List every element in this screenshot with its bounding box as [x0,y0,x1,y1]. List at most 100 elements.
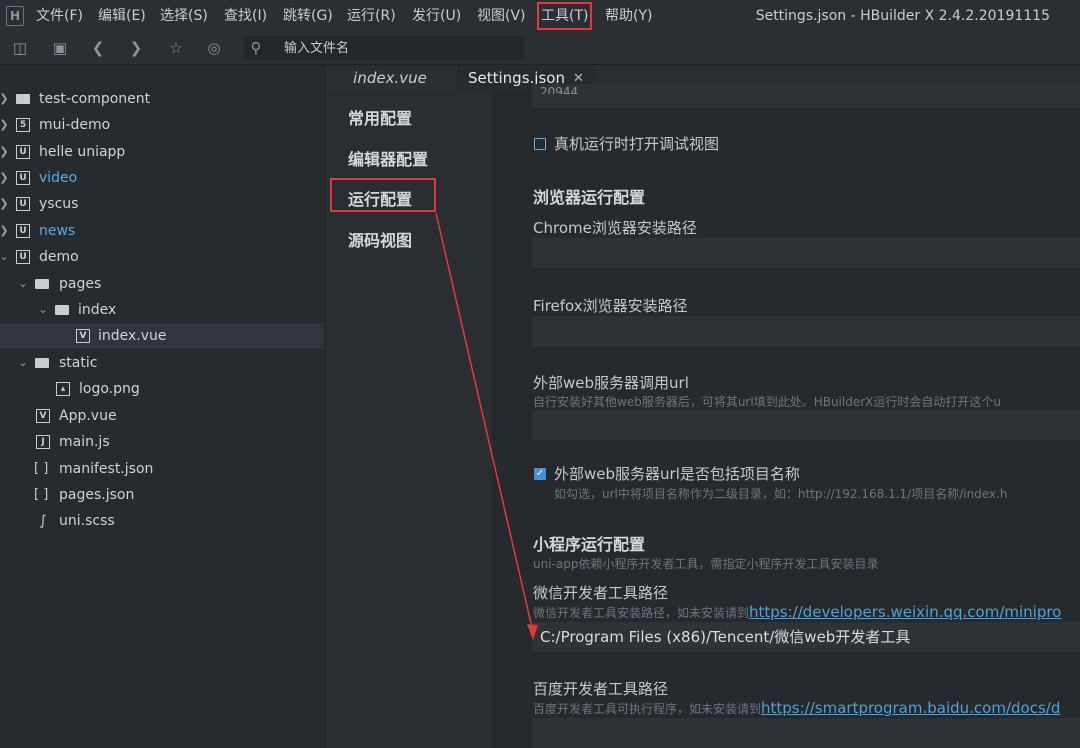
include-name-label: 外部web服务器url是否包括项目名称 [554,465,800,483]
chrome-path-label: Chrome浏览器安装路径 [533,219,697,237]
chevron-down-icon[interactable]: ⌄ [37,297,49,323]
save-icon[interactable]: ▣ [50,38,70,58]
chevron-down-icon[interactable]: ⌄ [0,244,10,270]
settings-nav-editor[interactable]: 编辑器配置 [348,149,428,171]
menu-select[interactable]: 选择(S) [160,6,208,26]
chevron-right-icon[interactable]: ❯ [0,112,10,138]
miniprogram-hint: uni-app依赖小程序开发者工具，需指定小程序开发工具安装目录 [533,557,879,571]
menu-run[interactable]: 运行(R) [347,6,396,26]
folder-doc-icon [16,94,30,104]
vue-file-icon: V [36,409,50,423]
chevron-down-icon[interactable]: ⌄ [17,350,29,376]
chevron-right-icon[interactable]: ❯ [0,191,10,217]
tree-item-helle-uniapp[interactable]: ❯ U helle uniapp [0,139,324,165]
tree-item-label: uni.scss [59,513,115,529]
new-file-icon[interactable]: ◫ [10,38,30,58]
forward-icon[interactable]: ❯ [126,38,146,58]
tree-item-mui-demo[interactable]: ❯ 5 mui-demo [0,112,324,138]
chevron-right-icon[interactable]: ❯ [0,165,10,191]
tab-index-vue[interactable]: index.vue [325,65,455,92]
partial-value: 20944 [540,86,579,94]
menu-publish[interactable]: 发行(U) [412,6,461,26]
run-icon[interactable]: ◎ [204,38,224,58]
image-file-icon: ▴ [56,382,70,396]
tree-item-app-vue[interactable]: V App.vue [0,403,324,429]
baidu-path-label: 百度开发者工具路径 [533,680,669,698]
chrome-path-input[interactable] [532,238,1080,268]
include-name-hint: 如勾选，url中将项目名称作为二级目录，如：http://192.168.1.1… [554,487,1008,501]
tree-item-label: static [59,355,98,371]
tree-item-pages[interactable]: ⌄ pages [0,271,324,297]
webserver-url-input[interactable] [532,410,1080,440]
tree-item-news[interactable]: ❯ U news [0,218,324,244]
wechat-path-label: 微信开发者工具路径 [533,584,669,602]
uniapp-project-icon: U [16,250,30,264]
settings-nav-general[interactable]: 常用配置 [348,108,412,130]
highlight-box [330,178,436,212]
tree-item-label: news [39,223,76,239]
tree-item-yscus[interactable]: ❯ U yscus [0,191,324,217]
wechat-hint-text: 微信开发者工具安装路径，如未安装请到 [533,606,750,620]
settings-nav-source[interactable]: 源码视图 [348,230,412,252]
tree-item-static[interactable]: ⌄ static [0,350,324,376]
chevron-down-icon[interactable]: ⌄ [17,271,29,297]
tree-item-video[interactable]: ❯ U video [0,165,324,191]
tree-item-label: index.vue [98,328,167,344]
tree-item-pages-json[interactable]: [ ] pages.json [0,482,324,508]
tree-item-label: yscus [39,196,79,212]
firefox-path-input[interactable] [532,316,1080,346]
json-file-icon: [ ] [34,461,49,476]
project-icon: 5 [16,118,30,132]
js-file-icon: J [36,435,50,449]
wechat-path-hint: 微信开发者工具安装路径，如未安装请到https://developers.wei… [533,604,1061,621]
toolbar [0,32,1080,65]
tree-item-label: pages.json [59,487,135,503]
tree-item-label: helle uniapp [39,144,126,160]
tree-item-label: manifest.json [59,461,154,477]
webserver-url-hint: 自行安装好其他web服务器后，可将其url填到此处。HBuilderX运行时会自… [533,395,1001,409]
chevron-right-icon[interactable]: ❯ [0,139,10,165]
webserver-url-label: 外部web服务器调用url [533,374,689,392]
hbuilder-logo-icon: H [6,6,24,26]
star-icon[interactable]: ☆ [166,38,186,58]
baidu-hint-text: 百度开发者工具可执行程序，如未安装请到 [533,702,762,716]
firefox-path-label: Firefox浏览器安装路径 [533,297,688,315]
menu-find[interactable]: 查找(I) [224,6,267,26]
tree-item-index-vue[interactable]: V index.vue [0,323,324,349]
menu-view[interactable]: 视图(V) [477,6,526,26]
menu-file[interactable]: 文件(F) [36,6,83,26]
tree-item-main-js[interactable]: J main.js [0,429,324,455]
tree-item-label: mui-demo [39,117,111,133]
menu-help[interactable]: 帮助(Y) [605,6,652,26]
tree-item-index-folder[interactable]: ⌄ index [0,297,324,323]
file-search-input[interactable] [284,38,514,58]
vue-file-icon: V [76,329,90,343]
tree-item-manifest-json[interactable]: [ ] manifest.json [0,456,324,482]
text-field-partial[interactable] [532,84,1080,108]
wechat-download-link[interactable]: https://developers.weixin.qq.com/minipro [749,603,1061,621]
menu-edit[interactable]: 编辑(E) [98,6,146,26]
debug-view-checkbox[interactable] [534,138,546,150]
baidu-path-input[interactable] [532,718,1080,748]
menu-goto[interactable]: 跳转(G) [283,6,333,26]
baidu-download-link[interactable]: https://smartprogram.baidu.com/docs/d [761,699,1060,717]
tree-item-uni-scss[interactable]: ∫ uni.scss [0,508,324,534]
tree-item-test-component[interactable]: ❯ test-component [0,86,324,112]
tree-item-label: test-component [39,91,151,107]
tree-item-label: index [78,302,117,318]
tree-item-logo-png[interactable]: ▴ logo.png [0,376,324,402]
tree-item-label: main.js [59,434,110,450]
wechat-path-value: C:/Program Files (x86)/Tencent/微信web开发者工… [540,628,911,646]
back-icon[interactable]: ❮ [88,38,108,58]
include-name-checkbox[interactable]: ✓ [534,468,546,480]
uniapp-project-icon: U [16,171,30,185]
baidu-path-hint: 百度开发者工具可执行程序，如未安装请到https://smartprogram.… [533,700,1060,717]
uniapp-project-icon: U [16,197,30,211]
debug-view-label: 真机运行时打开调试视图 [554,135,720,153]
tree-item-demo[interactable]: ⌄ U demo [0,244,324,270]
folder-icon [35,358,49,368]
menu-tools[interactable]: 工具(T) [536,2,593,30]
chevron-right-icon[interactable]: ❯ [0,86,10,112]
chevron-right-icon[interactable]: ❯ [0,218,10,244]
miniprogram-section-title: 小程序运行配置 [533,535,646,554]
